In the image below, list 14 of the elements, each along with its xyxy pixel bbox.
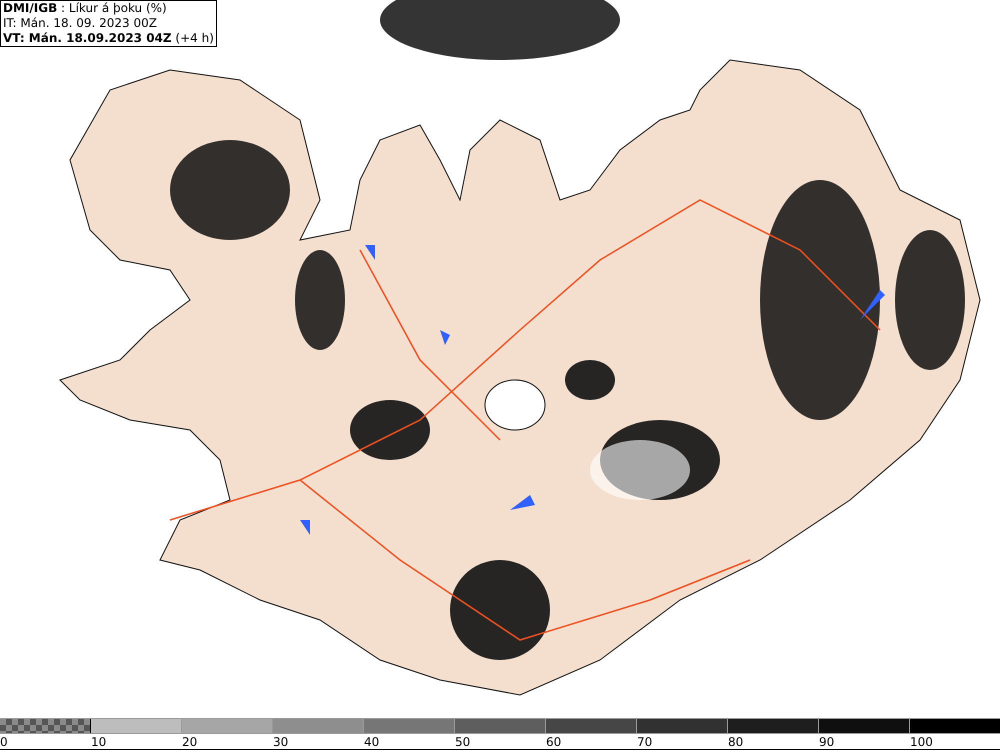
legend-label: 60 — [546, 735, 562, 749]
legend-label: 70 — [637, 735, 652, 749]
info-line: IT: Mán. 18. 09. 2023 00Z — [3, 16, 158, 31]
legend-label: 100 — [910, 735, 933, 749]
legend-label: 10 — [91, 735, 106, 749]
legend-label: 80 — [728, 735, 744, 749]
legend-label: 0 — [0, 735, 8, 749]
legend-label: 30 — [273, 735, 288, 749]
info-line: DMI/IGB : Líkur á þoku (%) — [3, 1, 168, 16]
legend-label: 90 — [819, 735, 834, 749]
legend-label: 50 — [455, 735, 470, 749]
legend-label: 40 — [364, 735, 380, 749]
legend-label: 20 — [182, 735, 198, 749]
info-line: VT: Mán. 18.09.2023 04Z (+4 h) — [3, 31, 214, 46]
